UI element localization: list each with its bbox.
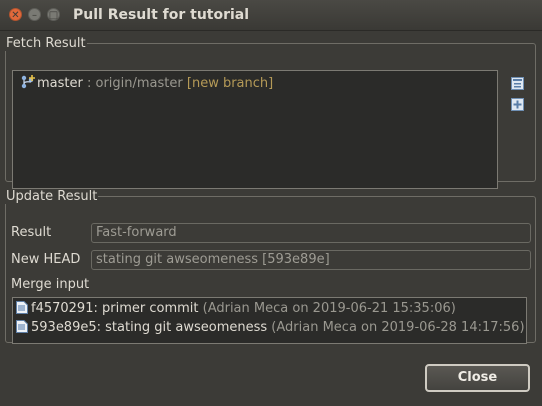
collapse-all-icon[interactable] bbox=[511, 77, 524, 90]
title-bar: ✕ – □ Pull Result for tutorial bbox=[0, 0, 542, 31]
window-maximize-button[interactable]: □ bbox=[47, 8, 60, 21]
window-minimize-button[interactable]: – bbox=[28, 8, 41, 21]
fetch-result-legend: Fetch Result bbox=[6, 36, 86, 51]
new-head-label: New HEAD bbox=[11, 252, 81, 267]
close-button[interactable]: Close bbox=[425, 364, 530, 392]
expand-all-icon[interactable] bbox=[511, 98, 524, 111]
window-title: Pull Result for tutorial bbox=[73, 7, 250, 23]
result-label: Result bbox=[11, 225, 52, 240]
result-field[interactable]: Fast-forward bbox=[91, 223, 531, 243]
commit-message: : stating git awseomeness bbox=[96, 320, 268, 335]
fetch-result-tree[interactable]: master : origin/master [new branch] bbox=[12, 70, 498, 189]
branch-name: master bbox=[37, 76, 83, 91]
commit-id: f4570291 bbox=[31, 301, 94, 316]
new-branch-status: [new branch] bbox=[182, 76, 274, 91]
commit-icon bbox=[16, 320, 28, 333]
new-head-field[interactable]: stating git awseomeness [593e89e] bbox=[91, 250, 531, 270]
fetch-result-group: Fetch Result master : origin/master [new… bbox=[5, 36, 536, 189]
list-item[interactable]: f4570291: primer commit (Adrian Meca on … bbox=[16, 301, 456, 316]
window-close-button[interactable]: ✕ bbox=[9, 8, 22, 21]
update-result-legend: Update Result bbox=[6, 189, 98, 204]
commit-icon bbox=[16, 301, 28, 314]
fetch-result-row[interactable]: master : origin/master [new branch] bbox=[21, 75, 273, 91]
merge-input-label: Merge input bbox=[11, 277, 90, 292]
commit-id: 593e89e5 bbox=[31, 320, 97, 335]
commit-message: : primer commit bbox=[93, 301, 199, 316]
commit-meta: (Adrian Meca on 2019-06-21 15:35:06) bbox=[198, 301, 456, 316]
update-result-group: Update Result Result Fast-forward New HE… bbox=[5, 189, 536, 344]
branch-icon bbox=[21, 75, 37, 89]
remote-branch: origin/master bbox=[95, 76, 183, 91]
list-item[interactable]: 593e89e5: stating git awseomeness (Adria… bbox=[16, 320, 525, 335]
merge-input-list[interactable]: f4570291: primer commit (Adrian Meca on … bbox=[12, 297, 527, 344]
branch-separator: : bbox=[82, 76, 96, 91]
commit-meta: (Adrian Meca on 2019-06-28 14:17:56) bbox=[267, 320, 525, 335]
